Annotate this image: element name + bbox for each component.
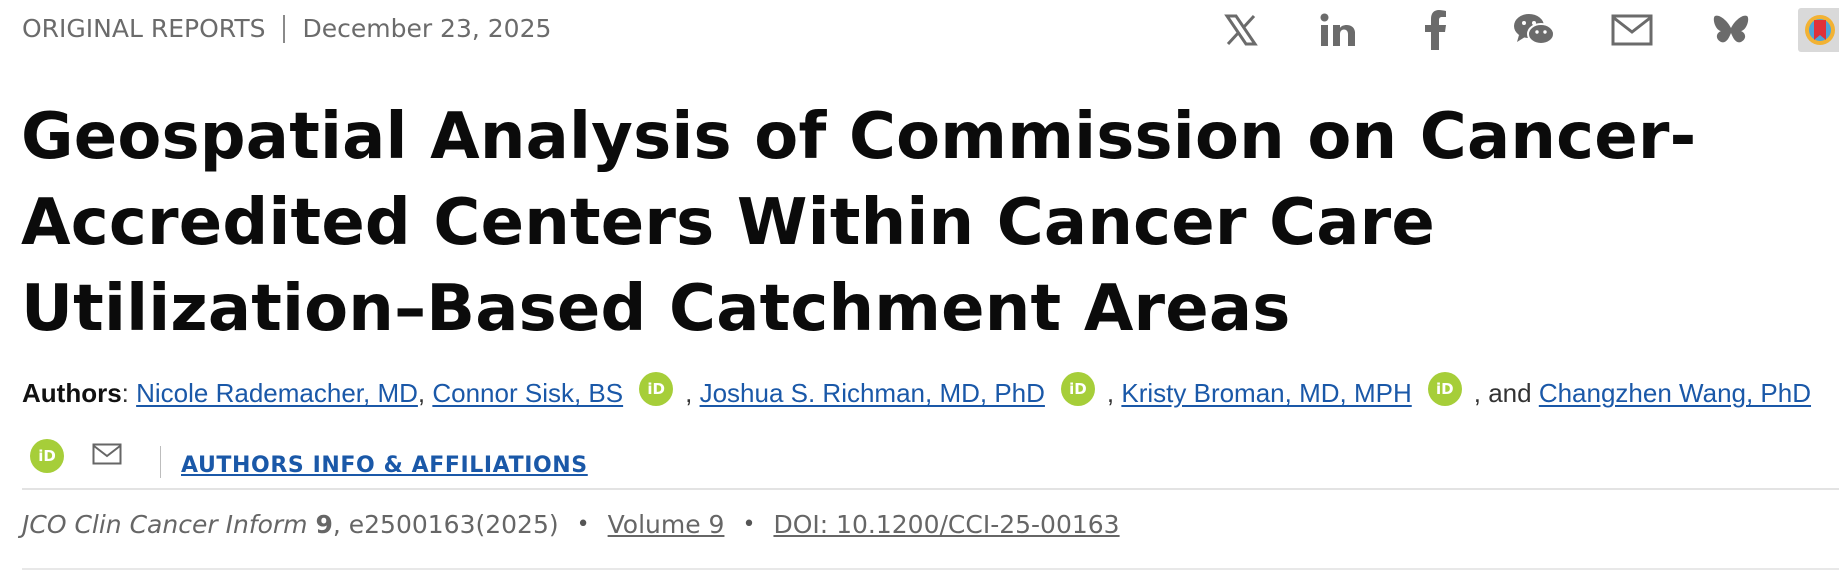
authors-affiliations-link[interactable]: AUTHORS INFO & AFFILIATIONS [181,453,588,478]
authors-colon: : [121,378,137,408]
email-author-icon[interactable] [92,443,122,470]
publication-date: December 23, 2025 [302,14,552,43]
author-link[interactable]: Connor Sisk, BS [432,378,623,408]
author-link[interactable]: Nicole Rademacher, MD [136,378,418,408]
citation-line: JCO Clin Cancer Inform 9, e2500163(2025)… [22,510,1120,539]
article-meta-bar: ORIGINAL REPORTS December 23, 2025 [22,14,551,43]
orcid-icon[interactable]: iD [1060,372,1095,406]
bluesky-icon[interactable] [1700,8,1762,52]
wechat-icon[interactable] [1503,8,1565,52]
orcid-icon[interactable]: iD [30,439,64,473]
author-actions: iD AUTHORS INFO & AFFILIATIONS [30,434,588,478]
orcid-icon[interactable]: iD [1427,372,1462,406]
article-id: , e2500163(2025) [332,510,559,539]
facebook-icon[interactable] [1405,8,1467,52]
divider [22,568,1839,570]
x-icon[interactable] [1210,8,1272,52]
section-label: ORIGINAL REPORTS [22,14,266,43]
orcid-icon[interactable]: iD [639,372,674,406]
meta-divider [283,14,286,43]
email-icon[interactable] [1601,8,1663,52]
divider [22,488,1839,490]
author-link[interactable]: Changzhen Wang, PhD [1539,378,1811,408]
bullet-separator: • [742,512,756,537]
article-title: Geospatial Analysis of Commission on Can… [21,100,1697,346]
author-list: Authors: Nicole Rademacher, MD, Connor S… [22,372,1832,414]
volume-number: 9 [315,510,333,539]
linkedin-icon[interactable] [1307,8,1369,52]
authors-label: Authors [22,378,122,408]
journal-name: JCO Clin Cancer Inform [22,510,308,539]
doi-link[interactable]: DOI: 10.1200/CCI-25-00163 [773,510,1119,539]
bullet-separator: • [576,512,590,537]
mendeley-icon[interactable] [1798,8,1839,52]
share-toolbar [1210,8,1839,52]
author-link[interactable]: Kristy Broman, MD, MPH [1121,378,1411,408]
author-link[interactable]: Joshua S. Richman, MD, PhD [700,378,1045,408]
divider [160,446,161,478]
authors-conjunction: , and [1473,378,1532,408]
volume-link[interactable]: Volume 9 [608,510,725,539]
